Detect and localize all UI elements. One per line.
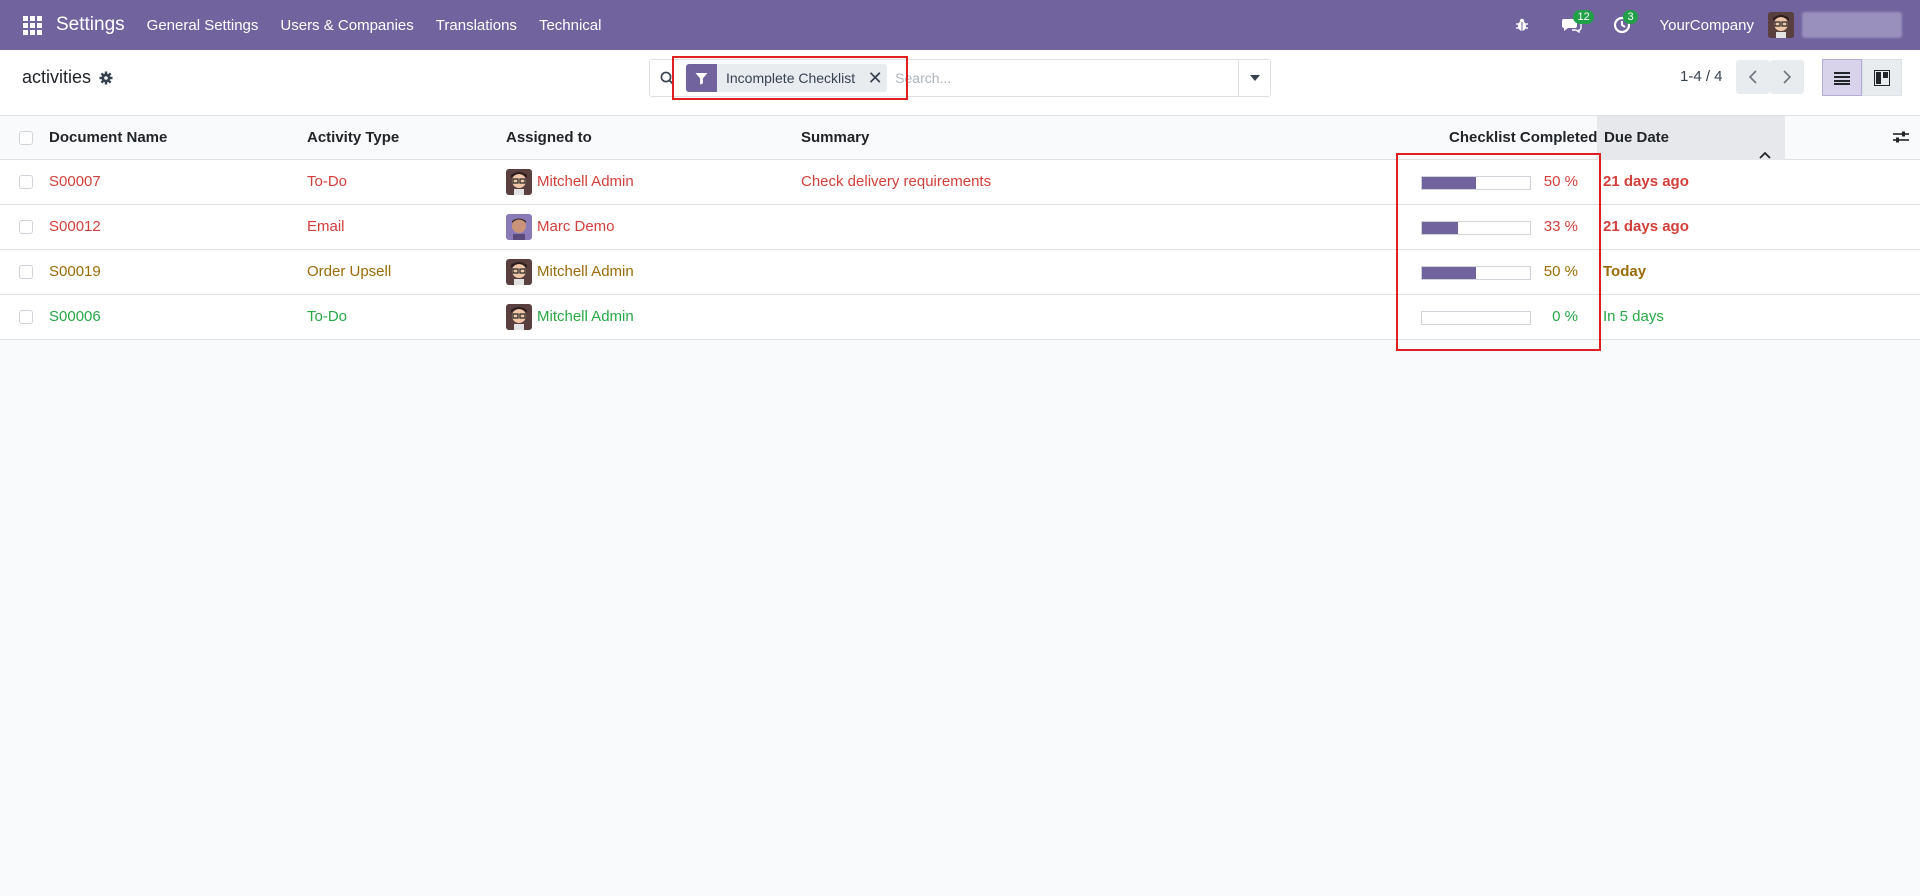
table-row[interactable]: S00012 Email Marc Demo 33 % 21 days ago	[0, 205, 1920, 250]
chevron-down-icon	[1249, 75, 1260, 81]
clock-icon[interactable]: 3	[1609, 0, 1638, 50]
column-document-name[interactable]: Document Name	[49, 116, 167, 160]
cell-checklist-percent: 50 %	[1543, 263, 1578, 280]
column-summary[interactable]: Summary	[801, 116, 869, 160]
search-input[interactable]	[895, 70, 1216, 86]
select-all-checkbox[interactable]	[19, 131, 33, 145]
cell-activity-type: To-Do	[307, 308, 348, 325]
checklist-progress-fill	[1422, 222, 1458, 234]
cell-document-name[interactable]: S00019	[49, 250, 101, 295]
cell-checklist-percent: 33 %	[1543, 218, 1578, 235]
close-icon[interactable]: ✕	[863, 64, 887, 92]
cell-checklist-percent: 50 %	[1543, 173, 1578, 190]
avatar	[506, 304, 532, 330]
view-switcher	[1822, 59, 1902, 96]
checklist-progress-bar	[1421, 176, 1531, 190]
filter-facet: Incomplete Checklist ✕	[686, 64, 888, 92]
chevron-left-icon	[1748, 70, 1757, 84]
table-row[interactable]: S00019 Order Upsell Mitchell Admin 50 % Toda…	[0, 250, 1920, 295]
checklist-progress-fill	[1422, 267, 1476, 279]
cell-activity-type: To-Do	[307, 173, 348, 190]
cell-due-date: Today	[1603, 263, 1647, 280]
app-title[interactable]: Settings	[56, 14, 125, 36]
apps-grid-icon[interactable]	[18, 0, 46, 50]
cell-assigned-to[interactable]: Mitchell Admin	[537, 295, 634, 340]
filter-facet-label: Incomplete Checklist	[726, 70, 856, 86]
sliders-icon[interactable]	[1893, 130, 1909, 146]
user-avatar[interactable]	[1768, 12, 1794, 38]
cell-due-date: 21 days ago	[1603, 218, 1689, 235]
column-activity-type[interactable]: Activity Type	[307, 116, 399, 160]
cell-assigned-to[interactable]: Mitchell Admin	[537, 160, 634, 205]
row-checkbox[interactable]	[19, 175, 33, 189]
column-due-date-label: Due Date	[1604, 129, 1670, 146]
top-navbar: Settings General Settings Users & Compan…	[0, 0, 1920, 50]
filter-icon	[686, 64, 717, 92]
row-checkbox[interactable]	[19, 265, 33, 279]
avatar	[506, 259, 532, 285]
menu-translations[interactable]: Translations	[436, 17, 517, 34]
cell-document-name[interactable]: S00012	[49, 205, 101, 250]
cell-due-date: 21 days ago	[1603, 173, 1689, 190]
company-switcher[interactable]: YourCompany	[1659, 17, 1754, 34]
activities-list: Document Name Activity Type Assigned to …	[0, 116, 1920, 340]
bug-icon[interactable]	[1509, 0, 1535, 50]
search-options-toggle[interactable]	[1238, 60, 1270, 96]
search-bar: Incomplete Checklist ✕	[649, 59, 1271, 97]
pager-value[interactable]: 1-4 / 4	[1680, 68, 1723, 85]
cell-checklist-percent: 0 %	[1552, 308, 1578, 325]
column-due-date[interactable]: Due Date	[1597, 116, 1785, 160]
table-row[interactable]: S00006 To-Do Mitchell Admin 0 % In 5 days	[0, 295, 1920, 340]
messages-badge: 12	[1573, 10, 1594, 24]
kanban-view-button[interactable]	[1862, 59, 1902, 96]
menu-users-companies[interactable]: Users & Companies	[280, 17, 413, 34]
cell-assigned-to[interactable]: Mitchell Admin	[537, 250, 634, 295]
cell-document-name[interactable]: S00007	[49, 160, 101, 205]
pager-previous-button[interactable]	[1736, 60, 1770, 94]
column-assigned-to[interactable]: Assigned to	[506, 116, 592, 160]
cell-due-date: In 5 days	[1603, 308, 1664, 325]
search-icon[interactable]	[650, 71, 684, 86]
checklist-progress-bar	[1421, 221, 1531, 235]
kanban-view-icon	[1874, 69, 1890, 86]
page-title: activities	[22, 67, 92, 87]
chevron-right-icon	[1783, 70, 1792, 84]
cell-assigned-to[interactable]: Marc Demo	[537, 205, 615, 250]
cell-summary: Check delivery requirements	[801, 173, 992, 190]
gear-icon[interactable]	[99, 71, 113, 85]
pager-next-button[interactable]	[1770, 60, 1804, 94]
checklist-progress-bar	[1421, 311, 1531, 325]
menu-general-settings[interactable]: General Settings	[147, 17, 259, 34]
list-view-icon	[1834, 71, 1850, 85]
table-body: S00007 To-Do Mitchell Admin Check delivery …	[0, 160, 1920, 340]
column-checklist-completed[interactable]: Checklist Completed	[1449, 116, 1597, 160]
avatar	[506, 214, 532, 240]
checklist-progress-bar	[1421, 266, 1531, 280]
activities-badge: 3	[1623, 10, 1638, 24]
cell-activity-type: Email	[307, 218, 345, 235]
cell-document-name[interactable]: S00006	[49, 295, 101, 340]
user-menu[interactable]	[1802, 12, 1902, 38]
control-panel: activities Incomplete Checklist ✕ 1-4 / …	[0, 50, 1920, 116]
table-row[interactable]: S00007 To-Do Mitchell Admin Check delivery …	[0, 160, 1920, 205]
list-view-button[interactable]	[1822, 59, 1862, 96]
chat-icon[interactable]: 12	[1559, 0, 1594, 50]
cell-activity-type: Order Upsell	[307, 263, 392, 280]
avatar	[506, 169, 532, 195]
row-checkbox[interactable]	[19, 310, 33, 324]
breadcrumb: activities	[22, 67, 113, 88]
checklist-progress-fill	[1422, 177, 1476, 189]
menu-technical[interactable]: Technical	[539, 17, 602, 34]
table-header: Document Name Activity Type Assigned to …	[0, 116, 1920, 160]
row-checkbox[interactable]	[19, 220, 33, 234]
